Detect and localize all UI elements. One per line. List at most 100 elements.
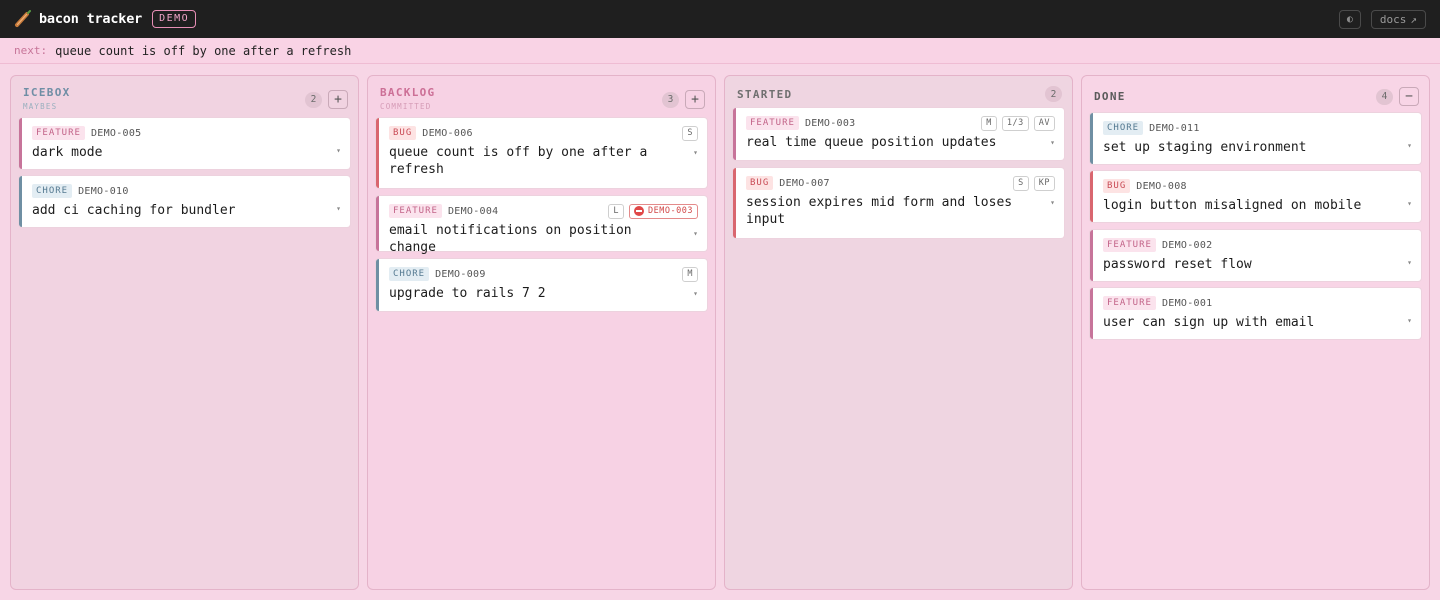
story-title: user can sign up with email	[1103, 315, 1315, 330]
card-header: CHORE DEMO-009 M	[389, 266, 698, 282]
blocked-icon	[634, 206, 645, 216]
column-backlog: BACKLOG COMMITTED 3 + BUG DEMO-006 S que…	[367, 75, 716, 590]
story-id: DEMO-008	[1136, 180, 1187, 192]
story-title: set up staging environment	[1103, 140, 1307, 155]
top-bar: bacon tracker DEMO ◐ docs ↗	[0, 0, 1440, 38]
story-type-tag: BUG	[389, 126, 417, 140]
story-type-tag: CHORE	[1103, 121, 1144, 135]
card-meta: L DEMO-003	[608, 203, 698, 219]
blocked-by-id: DEMO-003	[648, 206, 693, 216]
card-header: CHORE DEMO-010	[32, 184, 341, 198]
demo-badge: DEMO	[152, 10, 197, 28]
story-title: session expires mid form and loses input	[746, 195, 1013, 227]
story-card[interactable]: FEATURE DEMO-001 user can sign up with e…	[1090, 288, 1421, 339]
add-story-button[interactable]: +	[328, 90, 348, 109]
topbar-actions: ◐ docs ↗	[1338, 9, 1426, 29]
column-started: STARTED 2 FEATURE DEMO-003 M 1/3 AV real…	[724, 75, 1073, 590]
story-id: DEMO-007	[779, 177, 830, 189]
story-id: DEMO-006	[422, 127, 473, 139]
story-card[interactable]: FEATURE DEMO-005 dark mode ▾	[19, 118, 350, 169]
story-type-tag: BUG	[746, 176, 774, 190]
story-card[interactable]: BUG DEMO-008 login button misaligned on …	[1090, 171, 1421, 222]
column-title: STARTED	[737, 88, 793, 101]
story-id: DEMO-011	[1149, 122, 1200, 134]
story-title: queue count is off by one after a refres…	[389, 145, 648, 177]
story-title: upgrade to rails 7 2	[389, 286, 546, 301]
story-id: DEMO-004	[447, 205, 499, 217]
chevron-down-icon[interactable]: ▾	[1050, 138, 1055, 147]
column-controls: 4 −	[1376, 87, 1419, 106]
story-card[interactable]: CHORE DEMO-010 add ci caching for bundle…	[19, 176, 350, 227]
task-progress-badge: 1/3	[1001, 115, 1029, 131]
story-type-tag: FEATURE	[1103, 238, 1156, 252]
story-title: login button misaligned on mobile	[1103, 198, 1362, 213]
add-story-button[interactable]: +	[685, 90, 705, 109]
chevron-down-icon[interactable]: ▾	[693, 229, 698, 238]
story-type-tag: BUG	[1103, 179, 1131, 193]
story-card[interactable]: BUG DEMO-007 S KP session expires mid fo…	[733, 168, 1064, 238]
story-id: DEMO-005	[90, 127, 142, 139]
story-id: DEMO-001	[1161, 297, 1213, 309]
story-type-tag: FEATURE	[389, 204, 442, 218]
column-subtitle: COMMITTED	[380, 102, 432, 111]
column-header: BACKLOG COMMITTED 3 +	[380, 86, 705, 116]
column-count: 2	[1045, 86, 1062, 102]
column-count: 4	[1376, 88, 1393, 105]
chevron-down-icon[interactable]: ▾	[1050, 198, 1055, 207]
card-header: FEATURE DEMO-003 M 1/3 AV	[746, 115, 1055, 131]
story-id: DEMO-010	[78, 185, 129, 197]
column-title: BACKLOG	[380, 86, 436, 99]
column-count: 2	[305, 91, 322, 108]
card-header: BUG DEMO-007 S KP	[746, 175, 1055, 191]
column-controls: 2 +	[305, 90, 348, 109]
chevron-down-icon[interactable]: ▾	[693, 148, 698, 157]
card-header: BUG DEMO-006 S	[389, 125, 698, 141]
chevron-down-icon[interactable]: ▾	[1407, 199, 1412, 208]
story-type-tag: CHORE	[32, 184, 73, 198]
card-header: BUG DEMO-008	[1103, 179, 1412, 193]
column-title: DONE	[1094, 90, 1126, 103]
card-header: FEATURE DEMO-004 L DEMO-003	[389, 203, 698, 219]
next-label: next:	[14, 44, 48, 57]
next-story-link[interactable]: queue count is off by one after a refres…	[55, 44, 351, 58]
story-type-tag: FEATURE	[746, 116, 799, 130]
theme-toggle-button[interactable]: ◐	[1338, 9, 1361, 29]
estimate-badge: S	[682, 125, 698, 141]
card-header: FEATURE DEMO-001	[1103, 296, 1412, 310]
card-header: FEATURE DEMO-002	[1103, 238, 1412, 252]
story-card[interactable]: CHORE DEMO-009 M upgrade to rails 7 2 ▾	[376, 259, 707, 311]
column-count: 3	[662, 91, 679, 108]
column-header: DONE 4 −	[1094, 86, 1419, 116]
theme-icon: ◐	[1346, 13, 1353, 25]
story-card[interactable]: BUG DEMO-006 S queue count is off by one…	[376, 118, 707, 188]
blocked-by-badge[interactable]: DEMO-003	[629, 203, 698, 219]
chevron-down-icon[interactable]: ▾	[693, 289, 698, 298]
story-card[interactable]: FEATURE DEMO-004 L DEMO-003 email notifi…	[376, 196, 707, 255]
card-meta: S KP	[1013, 175, 1055, 191]
collapse-column-button[interactable]: −	[1399, 87, 1419, 106]
chevron-down-icon[interactable]: ▾	[1407, 258, 1412, 267]
chevron-down-icon[interactable]: ▾	[1407, 141, 1412, 150]
app-title: bacon tracker	[39, 11, 143, 27]
story-id: DEMO-009	[435, 268, 486, 280]
chevron-down-icon[interactable]: ▾	[336, 146, 341, 155]
column-icebox: ICEBOX MAYBES 2 + FEATURE DEMO-005 dark …	[10, 75, 359, 590]
story-card[interactable]: FEATURE DEMO-002 password reset flow ▾	[1090, 230, 1421, 281]
chevron-down-icon[interactable]: ▾	[1407, 316, 1412, 325]
card-meta: S	[682, 125, 698, 141]
story-type-tag: FEATURE	[1103, 296, 1156, 310]
bacon-logo-icon	[15, 10, 31, 27]
docs-link[interactable]: docs ↗	[1370, 9, 1426, 29]
column-subtitle: MAYBES	[23, 102, 58, 111]
chevron-down-icon[interactable]: ▾	[336, 204, 341, 213]
story-title: email notifications on position change	[389, 223, 632, 255]
story-title: real time queue position updates	[746, 135, 997, 150]
card-meta: M	[682, 266, 698, 282]
story-type-tag: FEATURE	[32, 126, 85, 140]
column-done: DONE 4 − CHORE DEMO-011 set up staging e…	[1081, 75, 1430, 590]
next-bar: next: queue count is off by one after a …	[0, 38, 1440, 64]
estimate-badge: S	[1013, 175, 1029, 191]
story-card[interactable]: FEATURE DEMO-003 M 1/3 AV real time queu…	[733, 108, 1064, 160]
story-card[interactable]: CHORE DEMO-011 set up staging environmen…	[1090, 113, 1421, 164]
card-header: FEATURE DEMO-005	[32, 126, 341, 140]
